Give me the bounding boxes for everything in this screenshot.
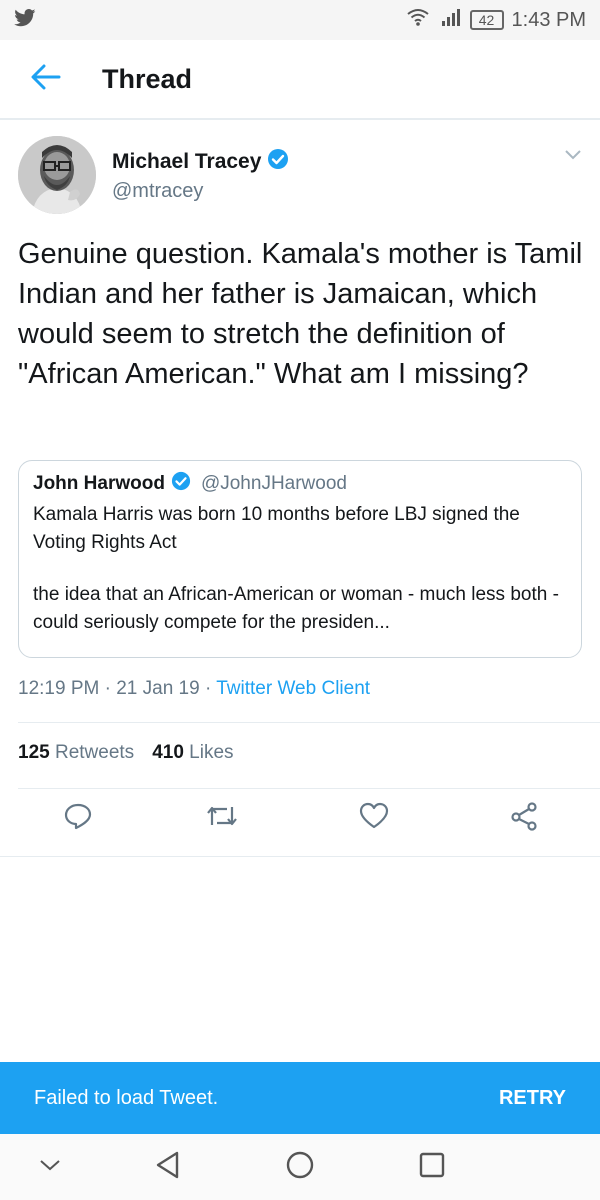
back-button[interactable] — [16, 49, 76, 109]
retweets-label: Retweets — [54, 742, 135, 763]
tweet-options-button[interactable] — [564, 148, 582, 166]
chevron-down-icon — [38, 1157, 62, 1178]
tweet-stats: 125 Retweets 410 Likes — [18, 742, 234, 764]
quoted-author-name: John Harwood — [33, 473, 165, 494]
battery-icon: 42 — [469, 10, 504, 30]
retry-button[interactable]: RETRY — [499, 1087, 566, 1110]
avatar[interactable] — [18, 136, 96, 214]
author-handle[interactable]: @mtracey — [112, 180, 203, 203]
tweet-time: 12:19 PM — [18, 678, 100, 699]
retweets-count: 125 — [18, 742, 50, 763]
reply-button[interactable] — [56, 796, 100, 840]
likes-count: 410 — [152, 742, 184, 763]
chevron-down-icon — [564, 148, 582, 165]
verified-icon — [267, 148, 289, 176]
status-bar: 42 1:43 PM — [0, 0, 600, 40]
wifi-icon — [406, 7, 430, 33]
arrow-left-icon — [31, 64, 61, 95]
quoted-tweet-text: Kamala Harris was born 10 months before … — [33, 501, 567, 637]
battery-level: 42 — [478, 12, 495, 28]
tweet-client-link[interactable]: Twitter Web Client — [216, 678, 370, 699]
retweet-button[interactable] — [200, 796, 244, 840]
likes-stat[interactable]: 410 Likes — [152, 742, 233, 764]
meta-separator: · — [204, 678, 212, 699]
twitter-icon — [14, 8, 36, 32]
divider — [18, 722, 600, 723]
divider — [0, 856, 600, 857]
divider — [18, 788, 600, 789]
author-name: Michael Tracey — [112, 150, 262, 173]
home-circle-icon — [285, 1150, 315, 1185]
page-title: Thread — [102, 63, 193, 94]
snackbar: Failed to load Tweet. RETRY — [0, 1062, 600, 1134]
verified-icon — [171, 471, 191, 497]
share-button[interactable] — [502, 796, 546, 840]
meta-separator: · — [104, 678, 111, 699]
nav-recents-button[interactable] — [412, 1147, 452, 1187]
tweet-text: Genuine question. Kamala's mother is Tam… — [18, 238, 583, 390]
tweet-actions — [0, 796, 600, 856]
navigation-bar — [0, 1134, 600, 1200]
tweet-date: 21 Jan 19 — [116, 678, 200, 699]
nav-home-button[interactable] — [280, 1147, 320, 1187]
author-name-row[interactable]: Michael Tracey — [112, 148, 289, 176]
back-triangle-icon — [153, 1150, 183, 1185]
like-button[interactable] — [352, 796, 396, 840]
like-icon — [359, 802, 389, 835]
nav-hide-button[interactable] — [30, 1147, 70, 1187]
retweet-icon — [205, 801, 239, 836]
quoted-text-line: Kamala Harris was born 10 months before … — [33, 504, 520, 553]
status-time: 1:43 PM — [511, 8, 586, 31]
signal-icon — [438, 7, 462, 33]
share-icon — [509, 801, 539, 836]
quoted-tweet[interactable]: John Harwood @JohnJHarwood Kamala Harris… — [18, 460, 582, 658]
quoted-tweet-header: John Harwood @JohnJHarwood — [33, 471, 567, 497]
app-bar: Thread — [0, 40, 600, 120]
snackbar-message: Failed to load Tweet. — [34, 1086, 219, 1109]
retweets-stat[interactable]: 125 Retweets — [18, 742, 134, 764]
quoted-text-line: the idea that an African-American or wom… — [33, 584, 559, 633]
reply-icon — [63, 801, 93, 836]
nav-back-button[interactable] — [148, 1147, 188, 1187]
tweet-meta: 12:19 PM · 21 Jan 19 · Twitter Web Clien… — [18, 678, 370, 700]
quoted-author-handle: @JohnJHarwood — [200, 473, 347, 494]
recents-square-icon — [418, 1151, 446, 1184]
likes-label: Likes — [189, 742, 234, 763]
